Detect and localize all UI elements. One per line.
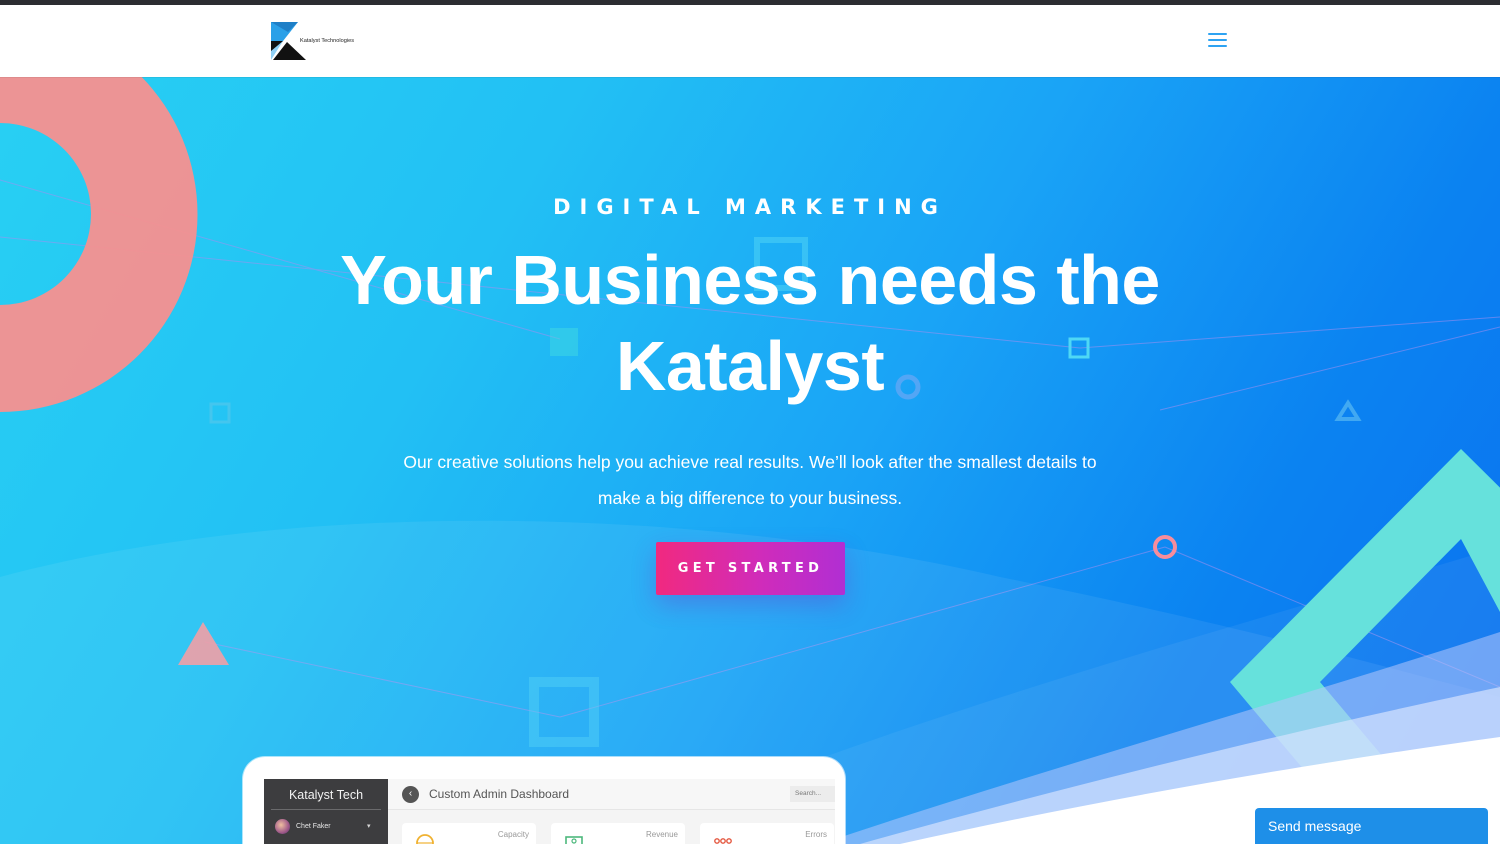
avatar: [275, 819, 290, 834]
chat-label: Send message: [1268, 818, 1362, 834]
hero-subtext: Our creative solutions help you achieve …: [380, 444, 1120, 516]
hero-subtext-line2: make a big difference to your business.: [597, 488, 903, 508]
back-arrow-icon: ‹: [402, 786, 419, 803]
errors-card: Errors: [700, 823, 834, 844]
dashboard-title: Custom Admin Dashboard: [429, 787, 570, 801]
logo-text: Katalyst Technologies: [300, 38, 355, 44]
dashboard-sidebar: Katalyst Tech Chet Faker ▾: [264, 779, 388, 844]
hero-section: DIGITAL MARKETING Your Business needs th…: [0, 77, 1500, 844]
dashboard-user-name: Chet Faker: [296, 823, 331, 830]
get-started-button[interactable]: GET STARTED: [656, 542, 845, 595]
dashboard-preview: Katalyst Tech Chet Faker ▾ ‹ Custom Admi…: [243, 757, 845, 844]
dashboard-brand: Katalyst Tech: [288, 788, 364, 802]
hero-headline: Your Business needs the Katalyst: [300, 237, 1200, 409]
chevron-down-icon: ▾: [367, 823, 371, 830]
dashboard-screen: Katalyst Tech Chet Faker ▾ ‹ Custom Admi…: [264, 779, 835, 844]
site-header: Katalyst Technologies: [0, 5, 1500, 77]
sidebar-divider: [271, 809, 381, 810]
capacity-card: Capacity: [402, 823, 536, 844]
globe-icon: [416, 834, 434, 844]
revenue-label: Revenue: [645, 830, 678, 839]
network-icon: [714, 838, 732, 844]
hero-eyebrow: DIGITAL MARKETING: [553, 195, 947, 219]
capacity-label: Capacity: [497, 830, 529, 839]
revenue-card: Revenue: [551, 823, 685, 844]
dashboard-topbar: ‹ Custom Admin Dashboard Search...: [388, 779, 835, 810]
hero-subtext-line1: Our creative solutions help you achieve …: [403, 452, 1097, 472]
hero-headline-line1: Your Business needs the: [340, 241, 1160, 319]
send-message-chat-button[interactable]: Send message: [1255, 808, 1488, 844]
hero-headline-line2: Katalyst: [615, 327, 885, 405]
money-icon: [565, 836, 583, 844]
errors-label: Errors: [805, 830, 827, 839]
dashboard-search-field: Search...: [790, 786, 835, 802]
hamburger-menu-icon[interactable]: [1208, 33, 1227, 48]
